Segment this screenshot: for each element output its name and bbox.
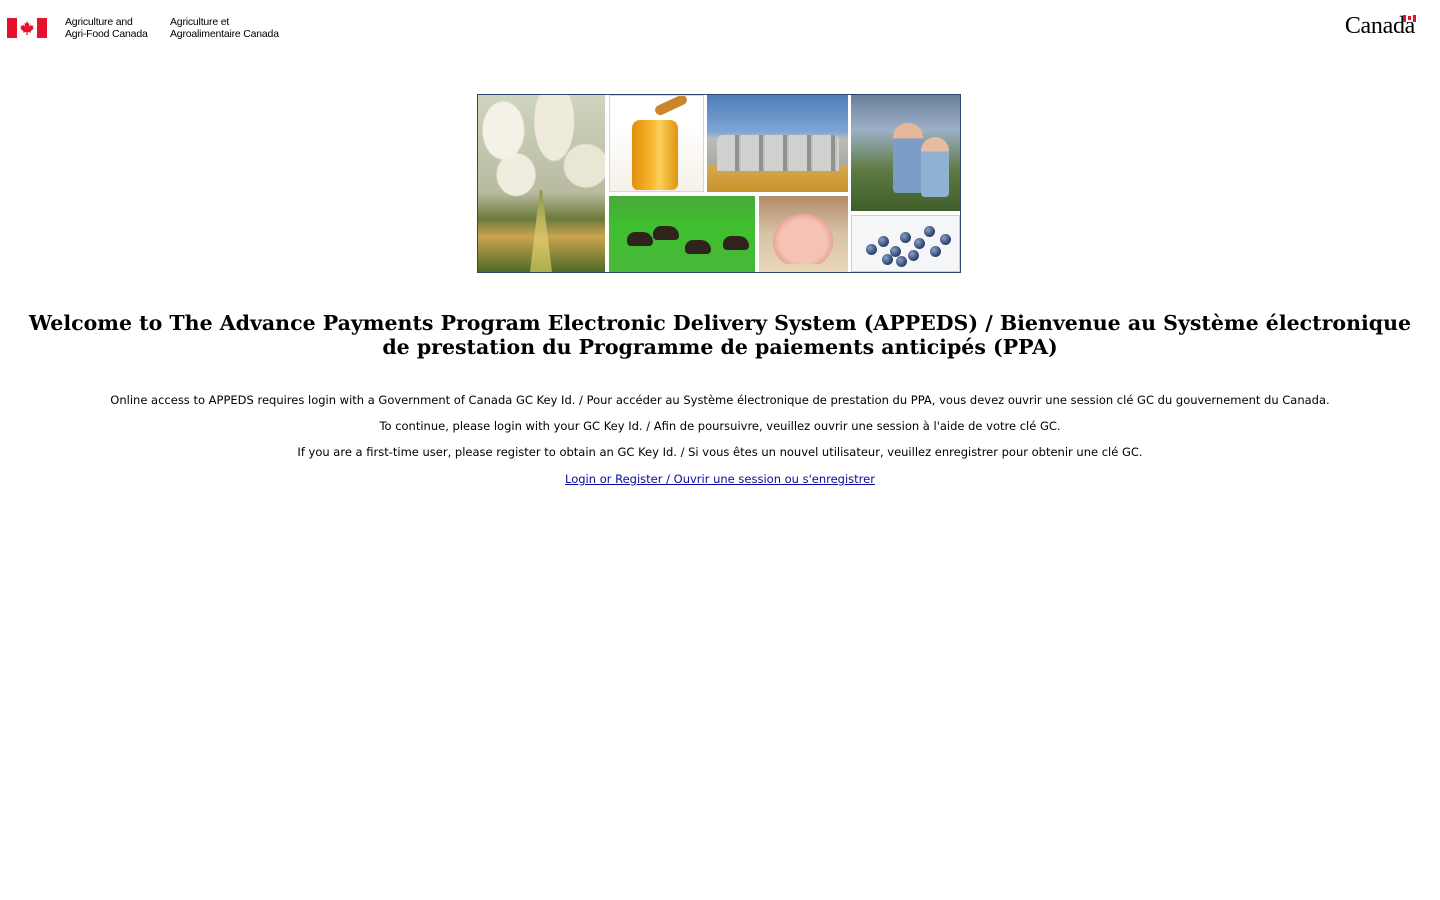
department-name-fr-line1: Agriculture et (170, 16, 230, 28)
canada-wordmark: Canada (1345, 13, 1416, 39)
page-title: Welcome to The Advance Payments Program … (28, 311, 1412, 359)
first-time-register-message: If you are a first-time user, please reg… (297, 445, 1143, 459)
agriculture-photo-collage (477, 94, 961, 273)
federal-identity-header: Agriculture and Agri-Food Canada Agricul… (0, 0, 1440, 60)
login-register-link[interactable]: Login or Register / Ouvrir une session o… (565, 472, 875, 486)
department-name-en-line1: Agriculture and (65, 16, 133, 28)
maple-leaf-icon (20, 21, 34, 35)
farmers-photo (851, 95, 960, 211)
piglet-photo (759, 196, 848, 272)
orchard-photo (478, 95, 605, 272)
login-link-container: Login or Register / Ouvrir une session o… (0, 472, 1440, 486)
continue-login-message: To continue, please login with your GC K… (379, 419, 1061, 433)
grain-silos-photo (707, 95, 848, 192)
honey-jar-photo (609, 95, 704, 192)
wordmark-flag-icon (1403, 15, 1416, 22)
department-name-fr: Agriculture et Agroalimentaire Canada (170, 16, 279, 40)
gckey-requirement-message: Online access to APPEDS requires login w… (110, 393, 1330, 407)
department-name-en: Agriculture and Agri-Food Canada (65, 16, 148, 40)
canada-flag-icon (7, 18, 47, 38)
department-name-fr-line2: Agroalimentaire Canada (170, 27, 279, 40)
blueberries-photo (851, 215, 960, 272)
bison-photo (609, 196, 755, 272)
department-name-en-line2: Agri-Food Canada (65, 27, 148, 40)
